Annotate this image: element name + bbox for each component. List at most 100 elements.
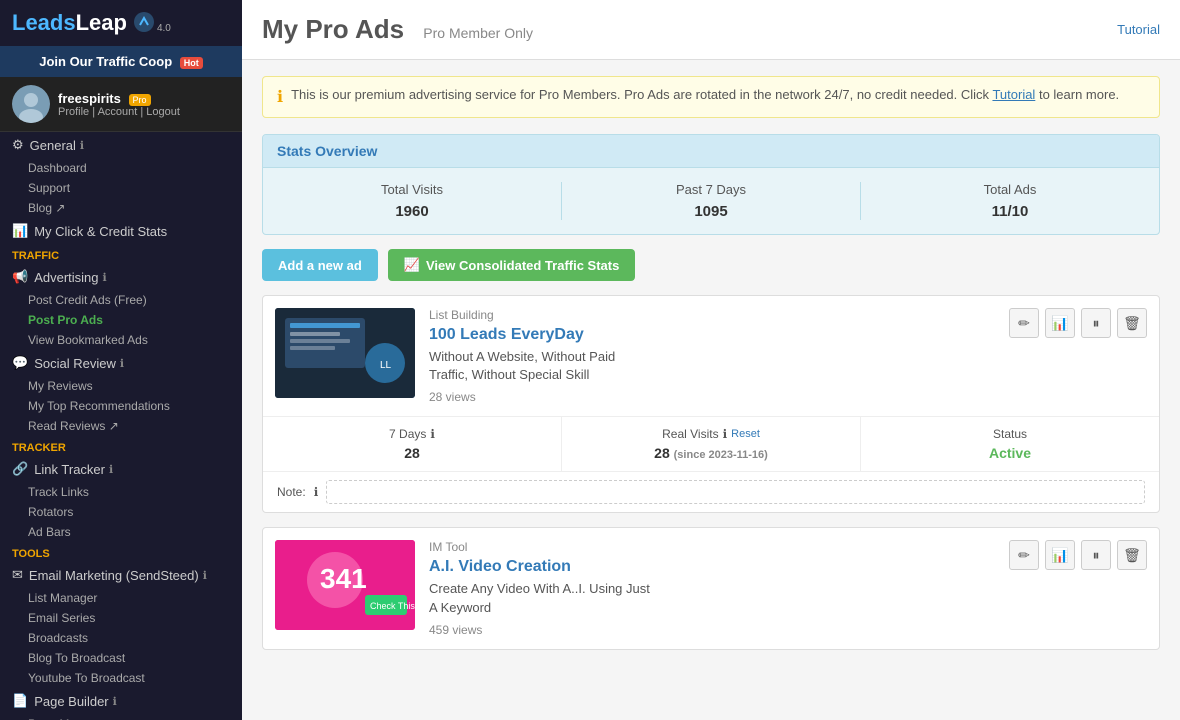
ad-title-2[interactable]: A.I. Video Creation: [429, 558, 1009, 576]
email-marketing-icon: ✉: [12, 567, 23, 583]
sidebar-subitem-bookmarked-ads[interactable]: View Bookmarked Ads: [0, 330, 242, 350]
ad-card-1: LL List Building 100 Leads EveryDay With…: [262, 295, 1160, 513]
stats-overview-header: Stats Overview: [263, 135, 1159, 168]
sidebar-item-advertising[interactable]: 📢 Advertising ℹ: [0, 264, 242, 290]
profile-link[interactable]: Profile: [58, 106, 89, 118]
social-review-icon: 💬: [12, 355, 28, 371]
ad-category-2: IM Tool: [429, 540, 1009, 554]
advertising-icon: 📢: [12, 269, 28, 285]
ad-status-value-1: Active: [875, 445, 1145, 461]
svg-text:Check This Out: Check This Out: [370, 601, 415, 611]
sidebar-subitem-top-recommendations[interactable]: My Top Recommendations: [0, 396, 242, 416]
sidebar-subitem-blog-to-broadcast[interactable]: Blog To Broadcast: [0, 648, 242, 668]
edit-ad-button-1[interactable]: ✏: [1009, 308, 1039, 338]
ad-card-1-main: LL List Building 100 Leads EveryDay With…: [263, 296, 1159, 416]
sidebar-subitem-blog[interactable]: Blog ↗: [0, 198, 242, 218]
ad-real-visits-value-1: 28 (since 2023-11-16): [576, 445, 846, 461]
sidebar-subitem-youtube-to-broadcast[interactable]: Youtube To Broadcast: [0, 668, 242, 688]
sidebar-subitem-support[interactable]: Support: [0, 178, 242, 198]
sidebar-item-click-credit[interactable]: 📊 My Click & Credit Stats: [0, 218, 242, 244]
user-links: Profile | Account | Logout: [58, 106, 180, 118]
pro-badge: Pro: [129, 94, 151, 106]
delete-ad-button-2[interactable]: 🗑: [1117, 540, 1147, 570]
ad-7days-value-1: 28: [277, 445, 547, 461]
sidebar-subitem-email-series[interactable]: Email Series: [0, 608, 242, 628]
sidebar-item-email-marketing[interactable]: ✉ Email Marketing (SendSteed) ℹ: [0, 562, 242, 588]
stats-ad-button-1[interactable]: 📊: [1045, 308, 1075, 338]
svg-text:341: 341: [320, 563, 367, 594]
link-tracker-icon: 🔗: [12, 461, 28, 477]
ad-desc-2: Create Any Video With A..I. Using Just A…: [429, 580, 1009, 616]
stat-past-7days-label: Past 7 Days: [562, 182, 860, 197]
info-banner-icon: ℹ: [277, 87, 283, 107]
info-banner-text: This is our premium advertising service …: [291, 87, 1119, 102]
link-tracker-info-icon: ℹ: [109, 463, 113, 476]
stats-overview: Stats Overview Total Visits 1960 Past 7 …: [262, 134, 1160, 235]
svg-text:LL: LL: [380, 360, 392, 371]
view-stats-button[interactable]: 📈 View Consolidated Traffic Stats: [388, 249, 636, 281]
page-builder-info-icon: ℹ: [113, 695, 117, 708]
ad-category-1: List Building: [429, 308, 1009, 322]
social-review-label: Social Review: [34, 356, 116, 371]
ad-stats-row-1: 7 Days ℹ 28 Real Visits ℹ Reset 28 (sinc…: [263, 416, 1159, 471]
sidebar-subitem-page-manager[interactable]: Page Manager: [0, 714, 242, 720]
ad-title-1[interactable]: 100 Leads EveryDay: [429, 326, 1009, 344]
pause-ad-button-1[interactable]: ⏸: [1081, 308, 1111, 338]
stat-total-visits-value: 1960: [263, 203, 561, 220]
sidebar-item-social-review[interactable]: 💬 Social Review ℹ: [0, 350, 242, 376]
note-info-icon-1: ℹ: [314, 485, 319, 499]
reset-link-1[interactable]: Reset: [731, 428, 760, 440]
sidebar-subitem-ad-bars[interactable]: Ad Bars: [0, 522, 242, 542]
page-builder-icon: 📄: [12, 693, 28, 709]
username: freespirits Pro: [58, 91, 180, 106]
avatar: [12, 85, 50, 123]
sidebar-general-label: General: [30, 138, 76, 153]
note-label-1: Note:: [277, 485, 306, 499]
info-tutorial-link[interactable]: Tutorial: [992, 87, 1035, 102]
sidebar-subitem-read-reviews[interactable]: Read Reviews ↗: [0, 416, 242, 436]
sidebar-subitem-pro-ads[interactable]: Post Pro Ads: [0, 310, 242, 330]
sidebar-item-general[interactable]: ⚙ General ℹ: [0, 132, 242, 158]
page-builder-label: Page Builder: [34, 694, 108, 709]
hot-badge: Hot: [180, 57, 203, 69]
delete-ad-button-1[interactable]: 🗑: [1117, 308, 1147, 338]
sidebar-subitem-track-links[interactable]: Track Links: [0, 482, 242, 502]
sidebar-subitem-credit-ads[interactable]: Post Credit Ads (Free): [0, 290, 242, 310]
logout-link[interactable]: Logout: [146, 106, 180, 118]
click-credit-label: My Click & Credit Stats: [34, 224, 167, 239]
stat-total-visits-label: Total Visits: [263, 182, 561, 197]
edit-ad-button-2[interactable]: ✏: [1009, 540, 1039, 570]
social-review-info-icon: ℹ: [120, 357, 124, 370]
ad-stat-status-1: Status Active: [861, 417, 1159, 471]
pause-ad-button-2[interactable]: ⏸: [1081, 540, 1111, 570]
real-visits-info-icon: ℹ: [723, 427, 728, 441]
stats-ad-button-2[interactable]: 📊: [1045, 540, 1075, 570]
stat-past-7days-value: 1095: [562, 203, 860, 220]
sidebar-subitem-rotators[interactable]: Rotators: [0, 502, 242, 522]
advertising-label: Advertising: [34, 270, 98, 285]
coop-banner[interactable]: Join Our Traffic Coop Hot: [0, 46, 242, 77]
stats-overview-body: Total Visits 1960 Past 7 Days 1095 Total…: [263, 168, 1159, 234]
tools-section-label: Tools: [0, 542, 242, 562]
add-new-ad-button[interactable]: Add a new ad: [262, 249, 378, 281]
sidebar-item-page-builder[interactable]: 📄 Page Builder ℹ: [0, 688, 242, 714]
general-icon: ⚙: [12, 137, 24, 153]
7days-info-icon: ℹ: [430, 427, 435, 441]
ad-info-1: List Building 100 Leads EveryDay Without…: [429, 308, 1009, 404]
ad-actions-2: ✏ 📊 ⏸ 🗑: [1009, 540, 1147, 570]
sidebar-subitem-list-manager[interactable]: List Manager: [0, 588, 242, 608]
account-link[interactable]: Account: [98, 106, 138, 118]
sidebar-subitem-dashboard[interactable]: Dashboard: [0, 158, 242, 178]
sidebar-subitem-broadcasts[interactable]: Broadcasts: [0, 628, 242, 648]
coop-link[interactable]: Join Our Traffic Coop Hot: [39, 54, 203, 69]
page-subtitle: Pro Member Only: [423, 25, 533, 41]
sidebar-item-link-tracker[interactable]: 🔗 Link Tracker ℹ: [0, 456, 242, 482]
logo-version: 4.0: [157, 23, 171, 34]
sidebar-subitem-my-reviews[interactable]: My Reviews: [0, 376, 242, 396]
ad-desc-1: Without A Website, Without Paid Traffic,…: [429, 348, 1009, 384]
user-section: freespirits Pro Profile | Account | Logo…: [0, 77, 242, 132]
info-icon: ℹ: [80, 139, 84, 152]
tutorial-link[interactable]: Tutorial: [1117, 22, 1160, 37]
note-input-1[interactable]: [326, 480, 1145, 504]
ad-thumb-im-tool: 341 Check This Out: [275, 540, 415, 630]
